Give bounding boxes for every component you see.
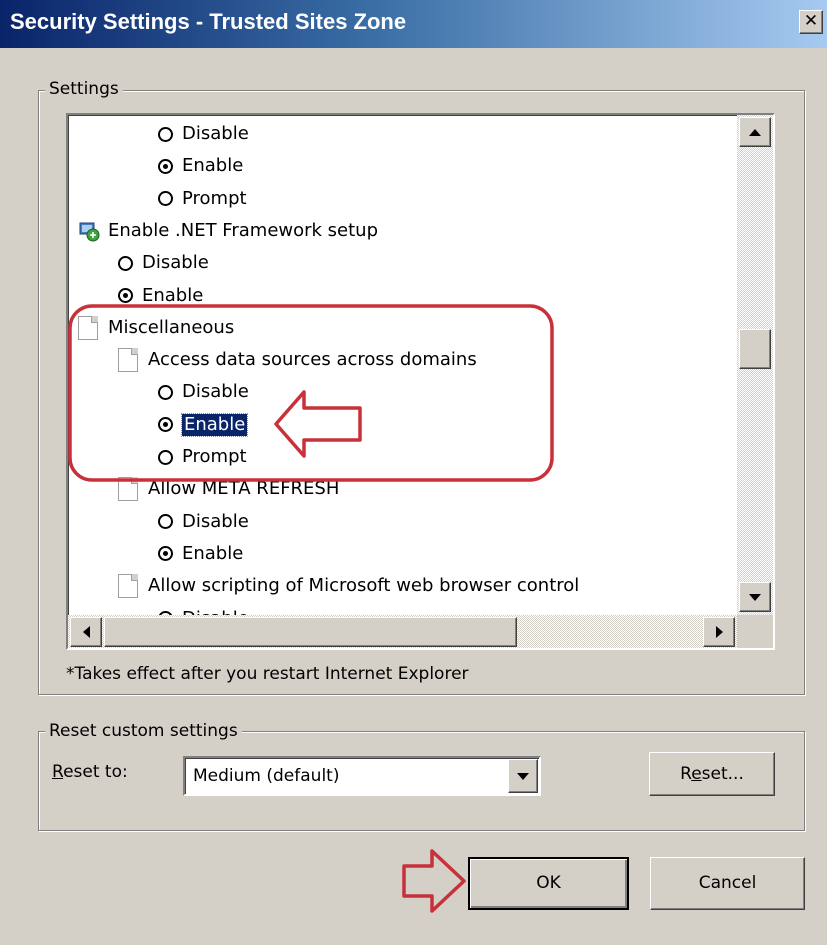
scroll-up-button[interactable] — [739, 117, 771, 147]
reset-level-value: Medium (default) — [193, 766, 340, 786]
settings-tree[interactable]: Disable Enable Prompt Enable .NET Framework… — [66, 113, 775, 650]
tree-item-label: Allow scripting of Microsoft web browser… — [148, 575, 580, 597]
document-icon — [118, 348, 138, 373]
category-item[interactable]: Enable .NET Framework setup — [78, 215, 378, 247]
tree-item-label: Disable — [142, 252, 209, 274]
radio-unchecked-icon[interactable] — [158, 514, 173, 530]
radio-option[interactable]: Enable — [158, 409, 249, 441]
radio-option[interactable]: Prompt — [158, 441, 247, 473]
close-icon: ✕ — [803, 11, 819, 31]
radio-checked-icon[interactable] — [118, 288, 133, 303]
tree-item-label: Prompt — [182, 187, 247, 209]
close-button[interactable]: ✕ — [799, 10, 823, 34]
reset-level-dropdown[interactable]: Medium (default) — [183, 756, 541, 796]
setting-item[interactable]: Access data sources across domains — [118, 344, 477, 376]
tree-item-label: Enable — [182, 155, 244, 177]
tree-item-label: Miscellaneous — [108, 316, 235, 338]
radio-checked-icon[interactable] — [158, 546, 173, 562]
chevron-down-icon — [517, 772, 529, 780]
tree-item-label: Enable — [182, 542, 244, 564]
reset-button[interactable]: Reset... — [649, 752, 775, 796]
tree-item-label: Access data sources across domains — [148, 349, 477, 371]
arrow-right-annotation-icon — [402, 849, 466, 913]
tree-item-label: Enable .NET Framework setup — [108, 219, 379, 241]
dropdown-button[interactable] — [508, 759, 538, 793]
scrollbar-corner — [737, 615, 773, 648]
tree-item-label: Prompt — [182, 446, 247, 467]
radio-checked-icon[interactable] — [158, 417, 173, 433]
restart-note: *Takes effect after you restart Internet… — [66, 664, 469, 684]
cancel-button[interactable]: Cancel — [650, 857, 805, 910]
setting-item[interactable]: Allow META REFRESH — [118, 473, 339, 505]
setting-item[interactable]: Allow scripting of Microsoft web browser… — [118, 570, 579, 602]
horizontal-scroll-thumb[interactable] — [104, 617, 517, 647]
radio-unchecked-icon[interactable] — [158, 191, 173, 207]
radio-option[interactable]: Disable — [158, 118, 249, 150]
radio-option[interactable]: Enable — [158, 538, 243, 570]
ok-button[interactable]: OK — [468, 857, 629, 910]
radio-unchecked-icon[interactable] — [158, 126, 173, 142]
tree-item-label: Allow META REFRESH — [148, 478, 340, 500]
window-title: Security Settings - Trusted Sites Zone — [10, 9, 407, 34]
scroll-right-button[interactable] — [703, 617, 735, 647]
radio-unchecked-icon[interactable] — [158, 384, 173, 400]
radio-option[interactable]: Enable — [118, 280, 203, 312]
radio-option[interactable]: Disable — [118, 247, 209, 279]
radio-unchecked-icon[interactable] — [158, 449, 173, 465]
horizontal-scrollbar[interactable] — [68, 615, 737, 648]
radio-option[interactable]: Disable — [158, 376, 249, 408]
tree-item-label: Disable — [182, 123, 249, 144]
tree-item-label: Disable — [182, 381, 249, 403]
scroll-down-button[interactable] — [739, 582, 771, 612]
reset-to-label: Reset to: — [52, 762, 128, 782]
radio-option[interactable]: Enable — [158, 150, 243, 182]
reset-group-label: Reset custom settings — [45, 721, 242, 741]
scroll-left-button[interactable] — [70, 617, 102, 647]
arrow-up-icon — [749, 128, 761, 136]
radio-checked-icon[interactable] — [158, 158, 173, 174]
category-item[interactable]: Miscellaneous — [78, 312, 234, 344]
arrow-right-icon — [715, 626, 723, 638]
document-icon — [118, 477, 138, 502]
tree-item-label: Enable — [142, 284, 204, 306]
dotnet-setup-icon — [79, 222, 100, 242]
arrow-left-icon — [82, 626, 90, 638]
document-icon — [118, 574, 138, 599]
document-icon — [78, 315, 98, 340]
settings-group-label: Settings — [45, 79, 123, 99]
tree-item-label: Disable — [182, 510, 249, 532]
title-bar: Security Settings - Trusted Sites Zone ✕ — [0, 0, 827, 48]
radio-option[interactable]: Disable — [158, 506, 249, 538]
arrow-down-icon — [749, 593, 761, 601]
vertical-scrollbar[interactable] — [737, 115, 773, 615]
vertical-scroll-thumb[interactable] — [739, 329, 771, 369]
tree-item-label: Enable — [180, 412, 249, 437]
radio-unchecked-icon[interactable] — [118, 255, 133, 271]
radio-option[interactable]: Prompt — [158, 183, 247, 215]
